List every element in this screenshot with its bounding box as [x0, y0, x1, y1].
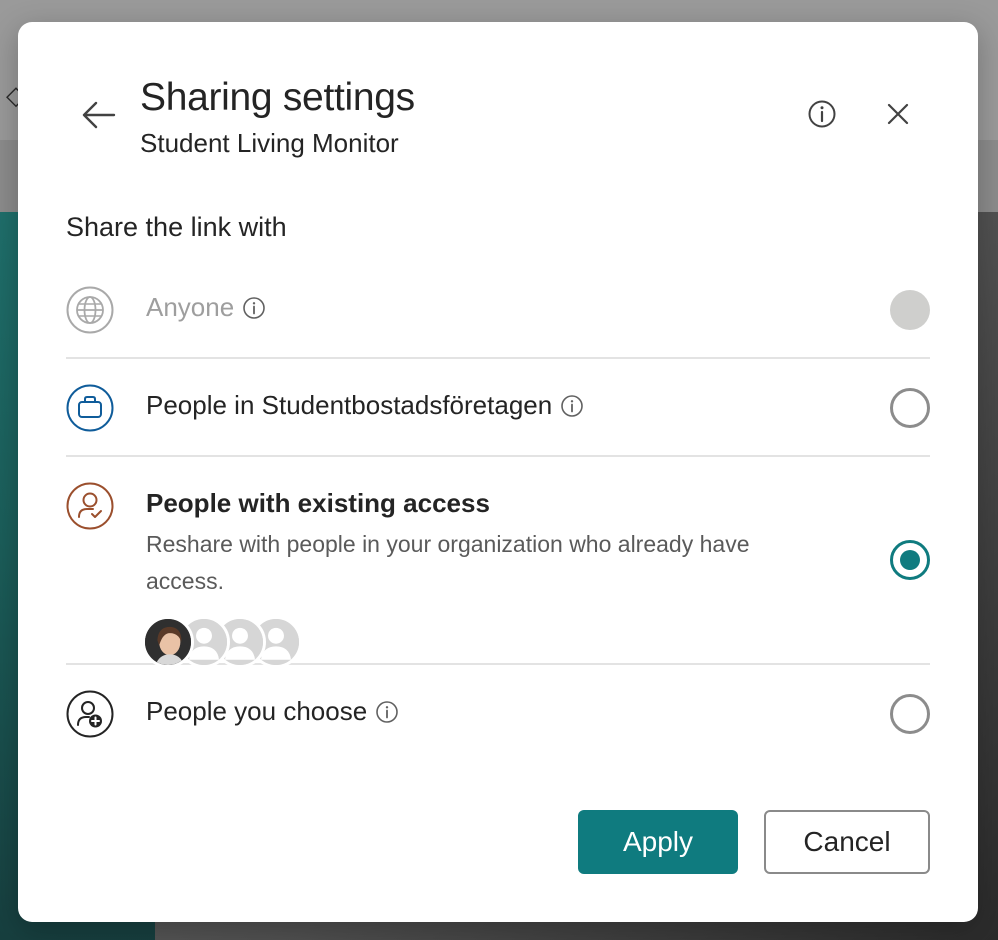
apply-button[interactable]: Apply: [578, 810, 738, 874]
radio-existing-access[interactable]: [890, 540, 930, 580]
info-icon[interactable]: [242, 296, 266, 320]
info-icon[interactable]: [560, 394, 584, 418]
divider: [66, 455, 930, 457]
radio-people-you-choose[interactable]: [890, 694, 930, 734]
sharing-settings-dialog: Sharing settings Student Living Monitor …: [18, 22, 978, 922]
option-label: People you choose: [146, 696, 399, 727]
info-icon[interactable]: [375, 700, 399, 724]
person-add-icon: [66, 690, 114, 738]
option-label: People in Studentbostadsföretagen: [146, 390, 584, 421]
dialog-title: Sharing settings: [140, 76, 415, 119]
radio-people-in-org[interactable]: [890, 388, 930, 428]
divider: [66, 357, 930, 359]
option-label: Anyone: [146, 292, 266, 323]
avatar: [142, 616, 194, 668]
info-icon[interactable]: [806, 98, 838, 130]
dialog-subtitle: Student Living Monitor: [140, 128, 399, 158]
option-label-text: People in Studentbostadsföretagen: [146, 390, 553, 420]
option-people-you-choose[interactable]: People you choose: [66, 690, 930, 762]
option-people-in-org[interactable]: People in Studentbostadsföretagen: [66, 382, 930, 454]
section-heading: Share the link with: [66, 212, 287, 242]
person-check-icon: [66, 482, 114, 530]
option-label: People with existing access: [146, 488, 490, 518]
briefcase-icon: [66, 384, 114, 432]
option-description: Reshare with people in your organization…: [146, 531, 750, 594]
back-arrow-icon[interactable]: [80, 96, 118, 134]
globe-icon: [66, 286, 114, 334]
option-anyone[interactable]: Anyone: [66, 284, 930, 356]
option-label-text: Anyone: [146, 292, 235, 322]
close-icon[interactable]: [882, 98, 914, 130]
cancel-button[interactable]: Cancel: [764, 810, 930, 874]
radio-anyone: [890, 290, 930, 330]
option-label-text: People you choose: [146, 696, 368, 726]
option-existing-access[interactable]: People with existing access Reshare with…: [66, 480, 930, 668]
